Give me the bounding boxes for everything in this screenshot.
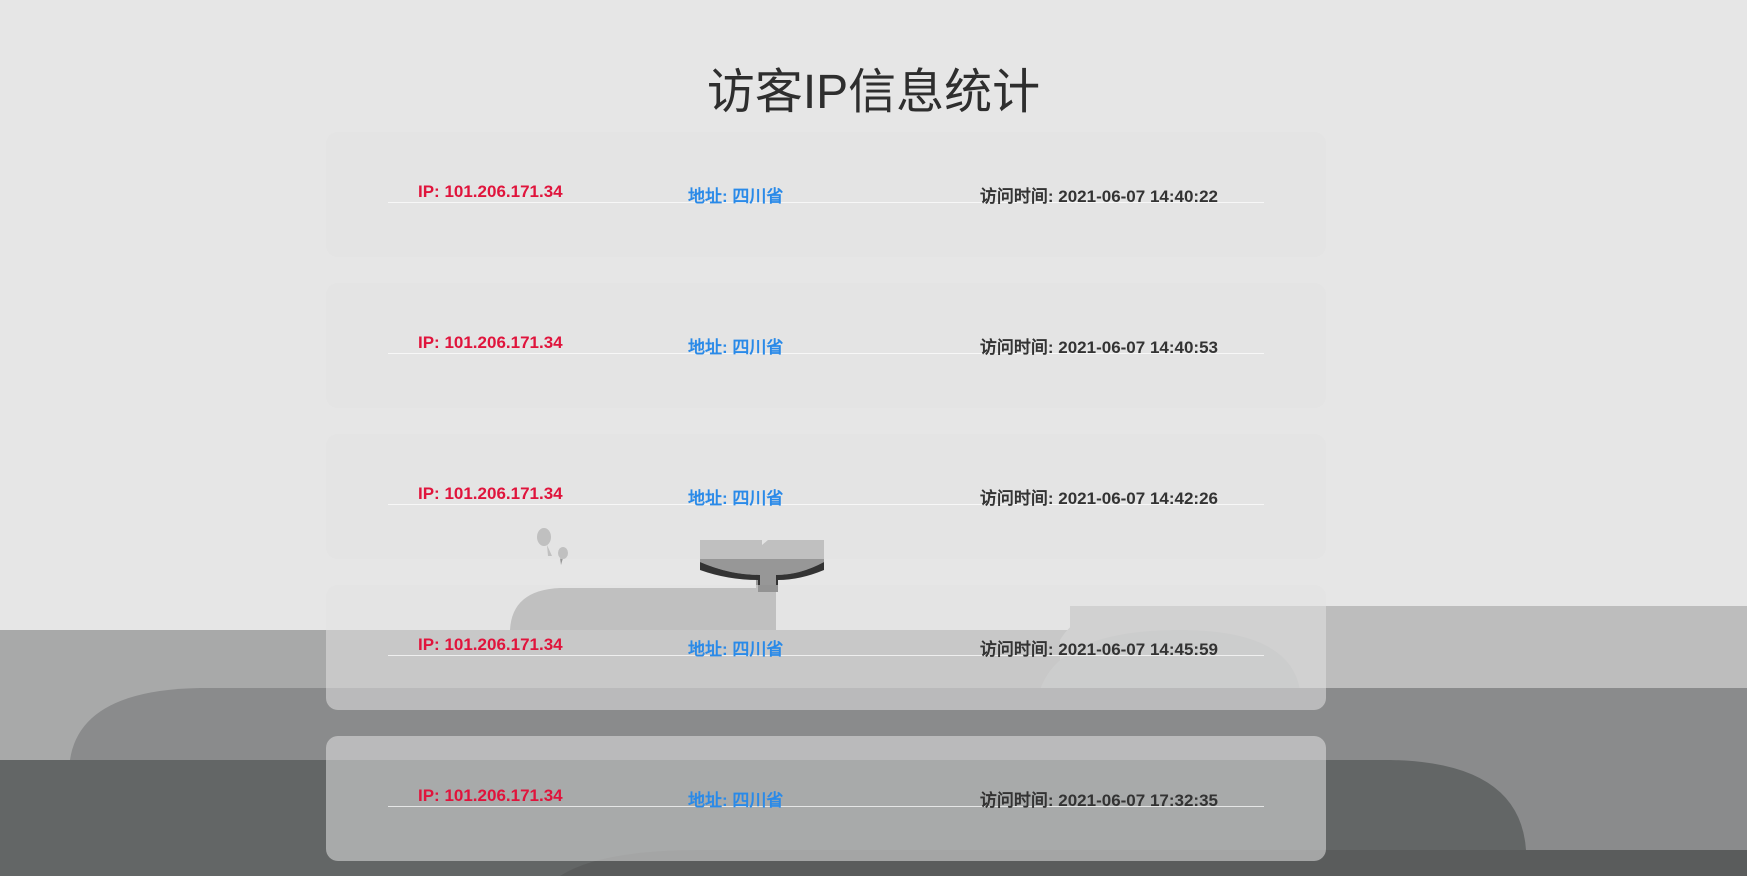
visit-time-text: 访问时间: 2021-06-07 14:45:59: [979, 640, 1218, 659]
visit-time-text: 访问时间: 2021-06-07 17:32:35: [979, 791, 1218, 810]
visitor-record-row: IP: 101.206.171.34 地址: 四川省 访问时间: 2021-06…: [388, 182, 1264, 206]
visitor-record-card: IP: 101.206.171.34 地址: 四川省 访问时间: 2021-06…: [326, 283, 1326, 408]
ip-text: IP: 101.206.171.34: [418, 786, 563, 805]
visitor-record-list: IP: 101.206.171.34 地址: 四川省 访问时间: 2021-06…: [326, 132, 1326, 876]
visitor-record-row: IP: 101.206.171.34 地址: 四川省 访问时间: 2021-06…: [388, 484, 1264, 508]
page: 访客IP信息统计 IP: 101.206.171.34 地址: 四川省 访问时间…: [0, 0, 1747, 876]
address-text: 地址: 四川省: [688, 489, 784, 508]
visit-time-text: 访问时间: 2021-06-07 14:40:53: [979, 338, 1218, 357]
address-text: 地址: 四川省: [688, 640, 784, 659]
address-text: 地址: 四川省: [688, 187, 784, 206]
address-text: 地址: 四川省: [688, 338, 784, 357]
visit-time-text: 访问时间: 2021-06-07 14:40:22: [979, 187, 1218, 206]
visitor-record-row: IP: 101.206.171.34 地址: 四川省 访问时间: 2021-06…: [388, 786, 1264, 810]
page-title: 访客IP信息统计: [706, 66, 1041, 119]
ip-text: IP: 101.206.171.34: [418, 333, 563, 352]
visitor-record-card: IP: 101.206.171.34 地址: 四川省 访问时间: 2021-06…: [326, 736, 1326, 861]
visitor-record-row: IP: 101.206.171.34 地址: 四川省 访问时间: 2021-06…: [388, 333, 1264, 357]
visit-time-text: 访问时间: 2021-06-07 14:42:26: [979, 489, 1218, 508]
ip-text: IP: 101.206.171.34: [418, 484, 563, 503]
visitor-record-card: IP: 101.206.171.34 地址: 四川省 访问时间: 2021-06…: [326, 434, 1326, 559]
visitor-record-row: IP: 101.206.171.34 地址: 四川省 访问时间: 2021-06…: [388, 635, 1264, 659]
ip-text: IP: 101.206.171.34: [418, 182, 563, 201]
visitor-record-card: IP: 101.206.171.34 地址: 四川省 访问时间: 2021-06…: [326, 132, 1326, 257]
ip-text: IP: 101.206.171.34: [418, 635, 563, 654]
address-text: 地址: 四川省: [688, 791, 784, 810]
visitor-record-card: IP: 101.206.171.34 地址: 四川省 访问时间: 2021-06…: [326, 585, 1326, 710]
